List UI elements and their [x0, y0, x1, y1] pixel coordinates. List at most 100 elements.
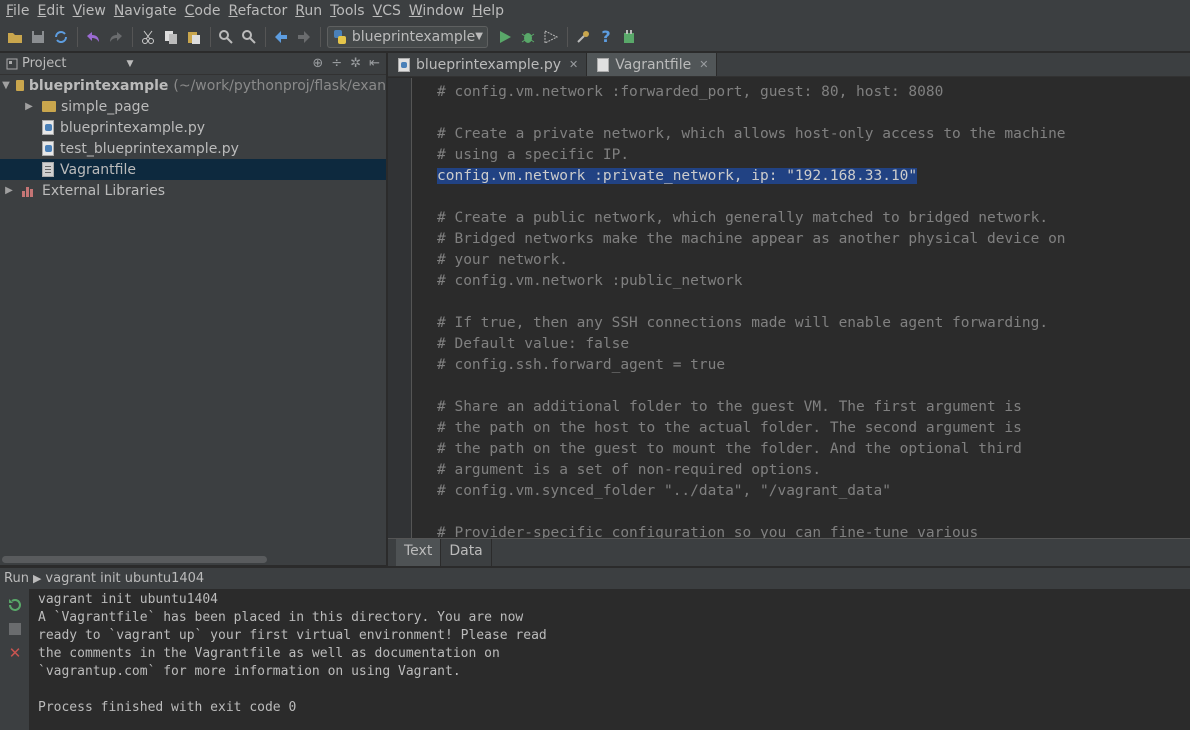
- project-view-select[interactable]: Project: [22, 56, 66, 71]
- code-line-text: # using a specific IP.: [437, 147, 630, 163]
- stop-icon[interactable]: [0, 617, 30, 641]
- editor-view-tab[interactable]: Text: [396, 539, 442, 566]
- redo-icon[interactable]: [105, 26, 127, 48]
- editor-gutter: [388, 78, 412, 538]
- help-icon[interactable]: ?: [595, 26, 617, 48]
- editor-bottom-tabs: Text Data: [388, 538, 1190, 566]
- run-icon[interactable]: [494, 26, 516, 48]
- open-folder-icon[interactable]: [4, 26, 26, 48]
- close-tab-icon[interactable]: ✕: [569, 58, 578, 71]
- code-line: # config.vm.synced_folder "../data", "/v…: [437, 481, 1066, 502]
- cut-icon[interactable]: [137, 26, 159, 48]
- console-line: `vagrantup.com` for more information on …: [38, 664, 461, 679]
- paste-icon[interactable]: [183, 26, 205, 48]
- run-configuration-select[interactable]: blueprintexample ▼: [327, 25, 488, 48]
- menu-mnemonic: R: [295, 3, 305, 19]
- debug-icon[interactable]: [517, 26, 539, 48]
- menu-item-code[interactable]: Code: [183, 3, 227, 19]
- toolbar-separator: [210, 26, 211, 47]
- menu-item-help[interactable]: Help: [470, 3, 510, 19]
- rerun-icon[interactable]: [0, 593, 30, 617]
- tree-item[interactable]: test_blueprintexample.py: [0, 138, 386, 159]
- undo-icon[interactable]: [82, 26, 104, 48]
- menu-item-vcs[interactable]: VCS: [371, 3, 407, 19]
- chevron-down-icon[interactable]: ▼: [126, 59, 133, 69]
- code-line: # Create a public network, which general…: [437, 208, 1066, 229]
- tree-item-external-libraries[interactable]: ▶ External Libraries: [0, 180, 386, 201]
- code-line: # using a specific IP.: [437, 145, 1066, 166]
- menu-mnemonic: V: [72, 3, 82, 19]
- run-console-output[interactable]: vagrant init ubuntu1404 A `Vagrantfile` h…: [31, 589, 1190, 730]
- expand-arrow-icon[interactable]: ▼: [2, 80, 10, 91]
- menu-item-navigate[interactable]: Navigate: [112, 3, 183, 19]
- menu-item-run[interactable]: Run: [293, 3, 328, 19]
- tree-item[interactable]: Vagrantfile: [0, 159, 386, 180]
- menu-item-edit[interactable]: Edit: [35, 3, 70, 19]
- code-editor[interactable]: # config.vm.network :forwarded_port, gue…: [388, 78, 1190, 538]
- replace-icon[interactable]: [238, 26, 260, 48]
- hide-panel-icon[interactable]: ⇤: [369, 56, 380, 71]
- console-line: vagrant init ubuntu1404: [38, 592, 219, 607]
- menu-label: CS: [382, 3, 401, 19]
- code-content[interactable]: # config.vm.network :forwarded_port, gue…: [437, 82, 1066, 538]
- code-line: # argument is a set of non-required opti…: [437, 460, 1066, 481]
- settings-wrench-icon[interactable]: [572, 26, 594, 48]
- collapsed-arrow-icon[interactable]: ▶: [2, 185, 16, 196]
- menu-label: ode: [194, 3, 221, 19]
- main-toolbar: blueprintexample ▼ ?: [0, 22, 1190, 52]
- menu-mnemonic: F: [6, 3, 14, 19]
- gear-icon[interactable]: ✲: [350, 56, 361, 71]
- code-line-text: # If true, then any SSH connections made…: [437, 315, 1049, 331]
- menu-mnemonic: R: [228, 3, 238, 19]
- tree-item[interactable]: ▶ simple_page: [0, 96, 386, 117]
- menu-label: ools: [336, 3, 365, 19]
- menu-item-tools[interactable]: Tools: [328, 3, 371, 19]
- scrollbar-thumb[interactable]: [2, 556, 267, 563]
- copy-icon[interactable]: [160, 26, 182, 48]
- library-icon: [22, 185, 36, 197]
- menu-label: efactor: [237, 3, 288, 19]
- menu-label: dit: [46, 3, 65, 19]
- console-line: ready to `vagrant up` your first virtual…: [38, 628, 547, 643]
- toolbar-separator: [567, 26, 568, 47]
- project-icon: [6, 58, 18, 69]
- close-tab-icon[interactable]: ✕: [699, 58, 708, 71]
- back-icon[interactable]: [270, 26, 292, 48]
- tree-root-path: (~/work/pythonproj/flask/exan: [173, 77, 386, 94]
- close-icon[interactable]: ✕: [0, 641, 30, 665]
- toolbar-separator: [265, 26, 266, 47]
- menu-item-refactor[interactable]: Refactor: [226, 3, 293, 19]
- menu-mnemonic: H: [472, 3, 483, 19]
- sync-icon[interactable]: [50, 26, 72, 48]
- code-line-text: # Create a public network, which general…: [437, 210, 1049, 226]
- run-config-name[interactable]: vagrant init ubuntu1404: [45, 571, 204, 586]
- locate-icon[interactable]: ⊕: [312, 56, 323, 71]
- coverage-icon[interactable]: [540, 26, 562, 48]
- tree-item[interactable]: blueprintexample.py: [0, 117, 386, 138]
- run-panel-toolbar: ✕: [0, 589, 30, 730]
- code-line: # config.ssh.forward_agent = true: [437, 355, 1066, 376]
- editor-tab[interactable]: Vagrantfile ✕: [587, 53, 718, 76]
- text-file-icon: [42, 162, 54, 177]
- editor-tab[interactable]: blueprintexample.py ✕: [388, 53, 588, 76]
- run-panel-header: Run ▶ vagrant init ubuntu1404: [0, 567, 1190, 589]
- collapsed-arrow-icon[interactable]: ▶: [22, 101, 36, 112]
- plugin-icon[interactable]: [618, 26, 640, 48]
- code-line: # Bridged networks make the machine appe…: [437, 229, 1066, 250]
- forward-icon[interactable]: [293, 26, 315, 48]
- toolbar-separator: [77, 26, 78, 47]
- collapse-all-icon[interactable]: ÷: [331, 56, 342, 71]
- folder-icon: [15, 80, 24, 91]
- save-icon[interactable]: [27, 26, 49, 48]
- editor-view-tab[interactable]: Data: [441, 539, 492, 566]
- project-horizontal-scrollbar[interactable]: [0, 553, 386, 565]
- menu-item-view[interactable]: View: [71, 3, 112, 19]
- tree-root[interactable]: ▼ blueprintexample (~/work/pythonproj/fl…: [0, 75, 386, 96]
- menu-item-window[interactable]: Window: [407, 3, 470, 19]
- find-icon[interactable]: [215, 26, 237, 48]
- menu-item-file[interactable]: File: [4, 3, 35, 19]
